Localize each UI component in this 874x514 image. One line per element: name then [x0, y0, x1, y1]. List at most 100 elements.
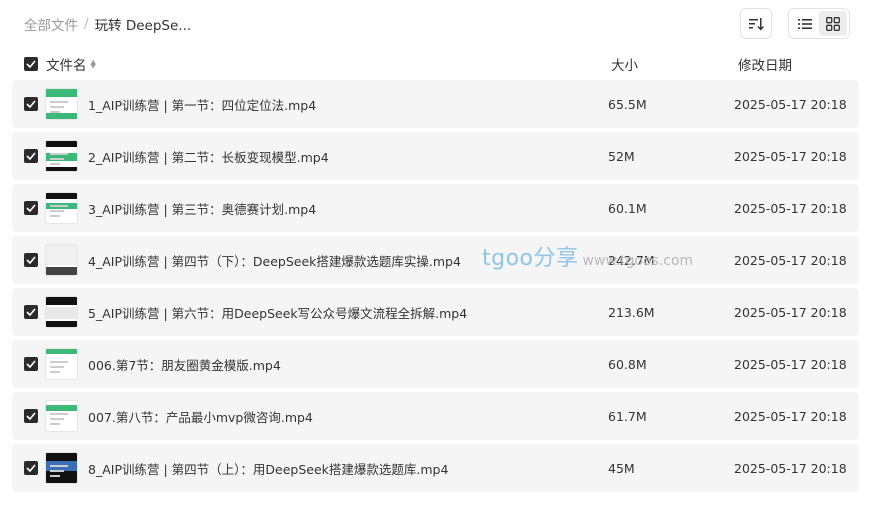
- file-size: 65.5M: [608, 96, 647, 112]
- checkbox-checked[interactable]: [24, 253, 38, 267]
- file-size: 60.8M: [608, 356, 647, 372]
- thumbnail-band: [46, 113, 77, 119]
- file-modified-date: 2025-05-17 20:18: [734, 96, 847, 112]
- table-row[interactable]: 4_AIP训练营 | 第四节（下）：DeepSeek搭建爆款选题库实操.mp4 …: [12, 236, 859, 284]
- table-row[interactable]: 006.第7节：朋友圈黄金模版.mp4 60.8M 2025-05-17 20:…: [12, 340, 859, 388]
- thumbnail-line: [50, 413, 68, 415]
- thumbnail-band: [46, 405, 77, 411]
- check-icon: [26, 256, 36, 264]
- breadcrumb-separator: /: [84, 16, 89, 32]
- table-row[interactable]: 1_AIP训练营 | 第一节：四位定位法.mp4 65.5M 2025-05-1…: [12, 80, 859, 128]
- file-modified-date: 2025-05-17 20:18: [734, 460, 847, 476]
- checkbox-checked[interactable]: [24, 149, 38, 163]
- table-row[interactable]: 2_AIP训练营 | 第二节：长板变现模型.mp4 52M 2025-05-17…: [12, 132, 859, 180]
- thumbnail-band: [46, 167, 77, 171]
- video-thumbnail-image: [45, 348, 78, 380]
- table-row[interactable]: 3_AIP训练营 | 第三节：奥德赛计划.mp4 60.1M 2025-05-1…: [12, 184, 859, 232]
- video-thumbnail-image: [45, 452, 78, 484]
- thumbnail-line: [50, 418, 64, 420]
- thumbnail-line: [50, 111, 60, 113]
- thumbnail-line: [50, 106, 64, 108]
- sort-button[interactable]: [740, 8, 772, 39]
- row-checkbox[interactable]: [24, 288, 38, 336]
- row-checkbox[interactable]: [24, 132, 38, 180]
- file-modified-date: 2025-05-17 20:18: [734, 408, 847, 424]
- checkbox-checked[interactable]: [24, 57, 38, 71]
- row-checkbox[interactable]: [24, 236, 38, 284]
- view-toolbar: [740, 8, 850, 39]
- checkbox-checked[interactable]: [24, 305, 38, 319]
- video-thumbnail-image: [45, 296, 78, 328]
- row-checkbox[interactable]: [24, 392, 38, 440]
- video-thumbnail[interactable]: [45, 244, 78, 276]
- video-thumbnail-image: [45, 400, 78, 432]
- video-thumbnail[interactable]: [45, 192, 78, 224]
- thumbnail-line: [50, 371, 60, 373]
- file-name[interactable]: 2_AIP训练营 | 第二节：长板变现模型.mp4: [88, 132, 329, 180]
- breadcrumb-current: 玩转 DeepSe...: [94, 18, 192, 34]
- file-name[interactable]: 006.第7节：朋友圈黄金模版.mp4: [88, 340, 281, 388]
- video-thumbnail[interactable]: [45, 452, 78, 484]
- checkbox-checked[interactable]: [24, 201, 38, 215]
- video-thumbnail-image: [45, 88, 78, 120]
- thumbnail-band: [46, 297, 77, 305]
- check-icon: [26, 204, 36, 212]
- thumbnail-band: [46, 245, 77, 265]
- file-name[interactable]: 3_AIP训练营 | 第三节：奥德赛计划.mp4: [88, 184, 316, 232]
- file-name[interactable]: 4_AIP训练营 | 第四节（下）：DeepSeek搭建爆款选题库实操.mp4: [88, 236, 461, 284]
- video-thumbnail[interactable]: [45, 348, 78, 380]
- sort-lines-icon: [749, 17, 764, 31]
- table-row[interactable]: 007.第八节：产品最小mvp微咨询.mp4 61.7M 2025-05-17 …: [12, 392, 859, 440]
- checkbox-checked[interactable]: [24, 97, 38, 111]
- sort-toggle-icon[interactable]: ▲ ▼: [91, 59, 96, 70]
- check-icon: [26, 60, 36, 68]
- column-header-name-label: 文件名: [46, 58, 87, 74]
- select-all-checkbox[interactable]: [24, 52, 38, 76]
- thumbnail-line: [50, 465, 68, 467]
- video-thumbnail[interactable]: [45, 140, 78, 172]
- thumbnail-band: [46, 267, 77, 275]
- list-view-icon: [798, 18, 812, 29]
- thumbnail-band: [46, 193, 77, 199]
- table-row[interactable]: 5_AIP训练营 | 第六节：用DeepSeek写公众号爆文流程全拆解.mp4 …: [12, 288, 859, 336]
- column-header-size[interactable]: 大小: [611, 52, 638, 76]
- column-header-name[interactable]: 文件名 ▲ ▼: [46, 52, 96, 76]
- thumbnail-line: [50, 475, 60, 477]
- checkbox-checked[interactable]: [24, 461, 38, 475]
- list-view-button[interactable]: [791, 11, 819, 36]
- video-thumbnail[interactable]: [45, 88, 78, 120]
- thumbnail-line: [50, 366, 64, 368]
- file-name[interactable]: 5_AIP训练营 | 第六节：用DeepSeek写公众号爆文流程全拆解.mp4: [88, 288, 467, 336]
- check-icon: [26, 412, 36, 420]
- grid-view-button[interactable]: [819, 11, 847, 36]
- file-modified-date: 2025-05-17 20:18: [734, 252, 847, 268]
- thumbnail-line: [50, 153, 68, 155]
- file-name[interactable]: 8_AIP训练营 | 第四节（上）：用DeepSeek搭建爆款选题库.mp4: [88, 444, 448, 492]
- checkbox-checked[interactable]: [24, 357, 38, 371]
- thumbnail-band: [46, 307, 77, 319]
- video-thumbnail[interactable]: [45, 400, 78, 432]
- check-icon: [26, 360, 36, 368]
- column-header-date[interactable]: 修改日期: [738, 52, 792, 76]
- row-checkbox[interactable]: [24, 80, 38, 128]
- thumbnail-line: [50, 158, 64, 160]
- row-checkbox[interactable]: [24, 444, 38, 492]
- video-thumbnail-image: [45, 140, 78, 172]
- table-row[interactable]: 8_AIP训练营 | 第四节（上）：用DeepSeek搭建爆款选题库.mp4 4…: [12, 444, 859, 492]
- checkbox-checked[interactable]: [24, 409, 38, 423]
- file-size: 60.1M: [608, 200, 647, 216]
- file-name[interactable]: 007.第八节：产品最小mvp微咨询.mp4: [88, 392, 313, 440]
- video-thumbnail[interactable]: [45, 296, 78, 328]
- grid-view-icon: [826, 16, 840, 31]
- breadcrumb-root-link[interactable]: 全部文件: [24, 14, 78, 34]
- row-checkbox[interactable]: [24, 340, 38, 388]
- view-mode-switch: [788, 8, 850, 39]
- file-size: 52M: [608, 148, 635, 164]
- file-name[interactable]: 1_AIP训练营 | 第一节：四位定位法.mp4: [88, 80, 316, 128]
- check-icon: [26, 152, 36, 160]
- thumbnail-band: [46, 141, 77, 147]
- row-checkbox[interactable]: [24, 184, 38, 232]
- thumbnail-line: [50, 470, 64, 472]
- thumbnail-line: [50, 163, 60, 165]
- file-size: 242.7M: [608, 252, 655, 268]
